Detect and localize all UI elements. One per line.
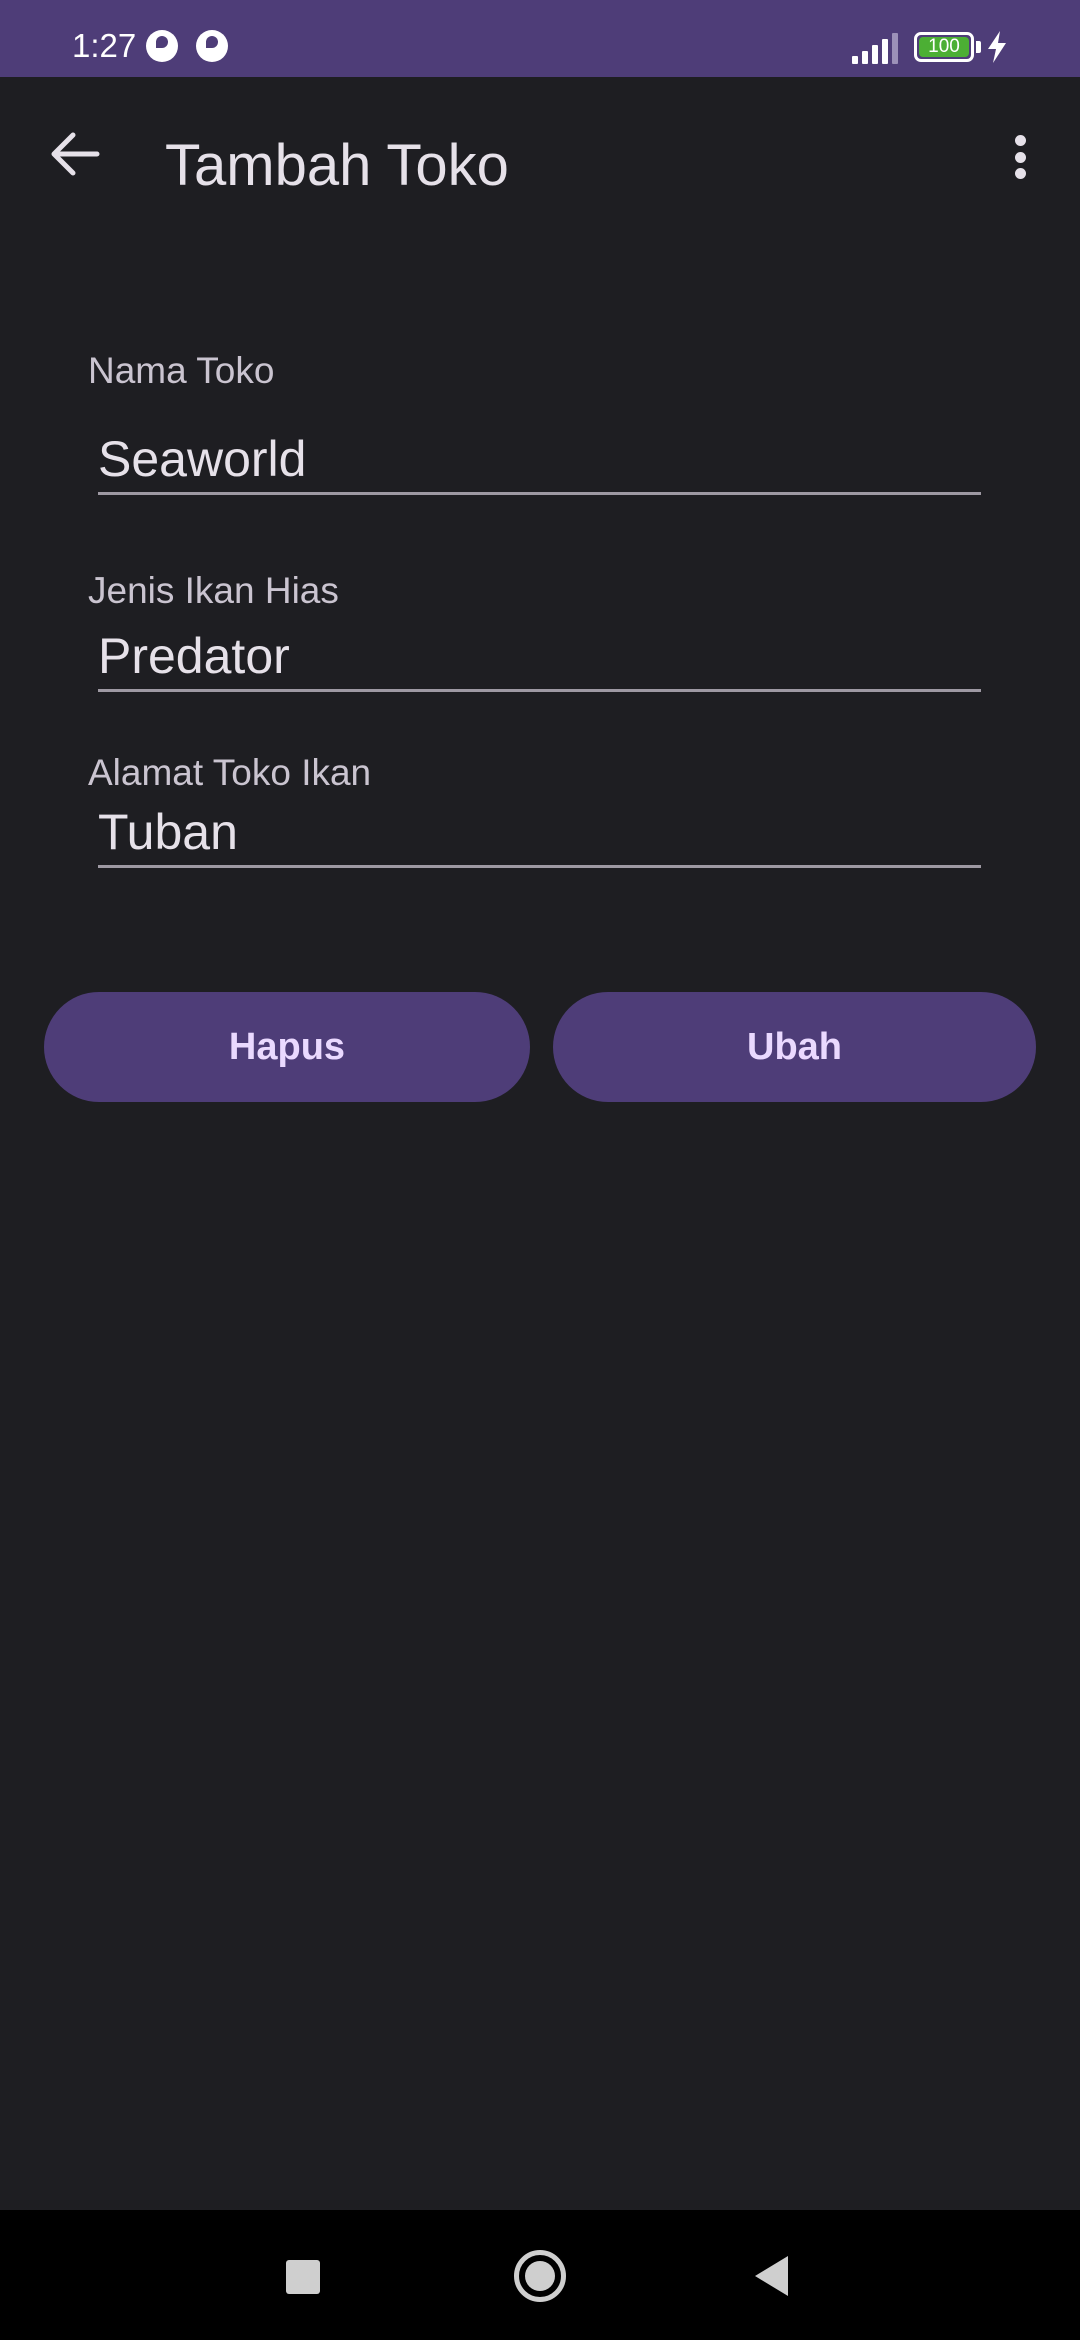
arrow-back-icon	[51, 132, 100, 176]
update-button[interactable]: Ubah	[553, 992, 1036, 1102]
app-notification-icon	[196, 30, 228, 62]
overflow-menu-button[interactable]	[1000, 127, 1040, 187]
home-circle-icon[interactable]	[514, 2250, 566, 2302]
battery-nub	[976, 41, 981, 53]
alamat-label: Alamat Toko Ikan	[88, 752, 372, 793]
status-time: 1:27	[72, 27, 137, 64]
battery-icon: 100	[914, 32, 974, 62]
back-button[interactable]	[40, 119, 110, 189]
nama-toko-label: Nama Toko	[88, 350, 275, 391]
back-triangle-icon[interactable]	[755, 2256, 788, 2296]
alamat-input[interactable]	[98, 798, 981, 868]
battery-level: 100	[919, 37, 969, 57]
more-vert-icon	[1014, 135, 1026, 146]
status-bar: 1:27 100	[0, 0, 1080, 77]
jenis-ikan-input[interactable]	[98, 622, 981, 692]
app-bar: Tambah Toko	[0, 77, 1080, 257]
app-notification-icon	[146, 30, 178, 62]
signal-icon	[852, 32, 898, 64]
charging-bolt-icon	[988, 31, 1006, 63]
system-nav-bar	[0, 2210, 1080, 2340]
jenis-ikan-label: Jenis Ikan Hias	[88, 570, 339, 611]
nama-toko-input[interactable]	[98, 425, 981, 495]
delete-button[interactable]: Hapus	[44, 992, 530, 1102]
recents-square-icon[interactable]	[286, 2260, 320, 2294]
page-title: Tambah Toko	[165, 133, 509, 198]
